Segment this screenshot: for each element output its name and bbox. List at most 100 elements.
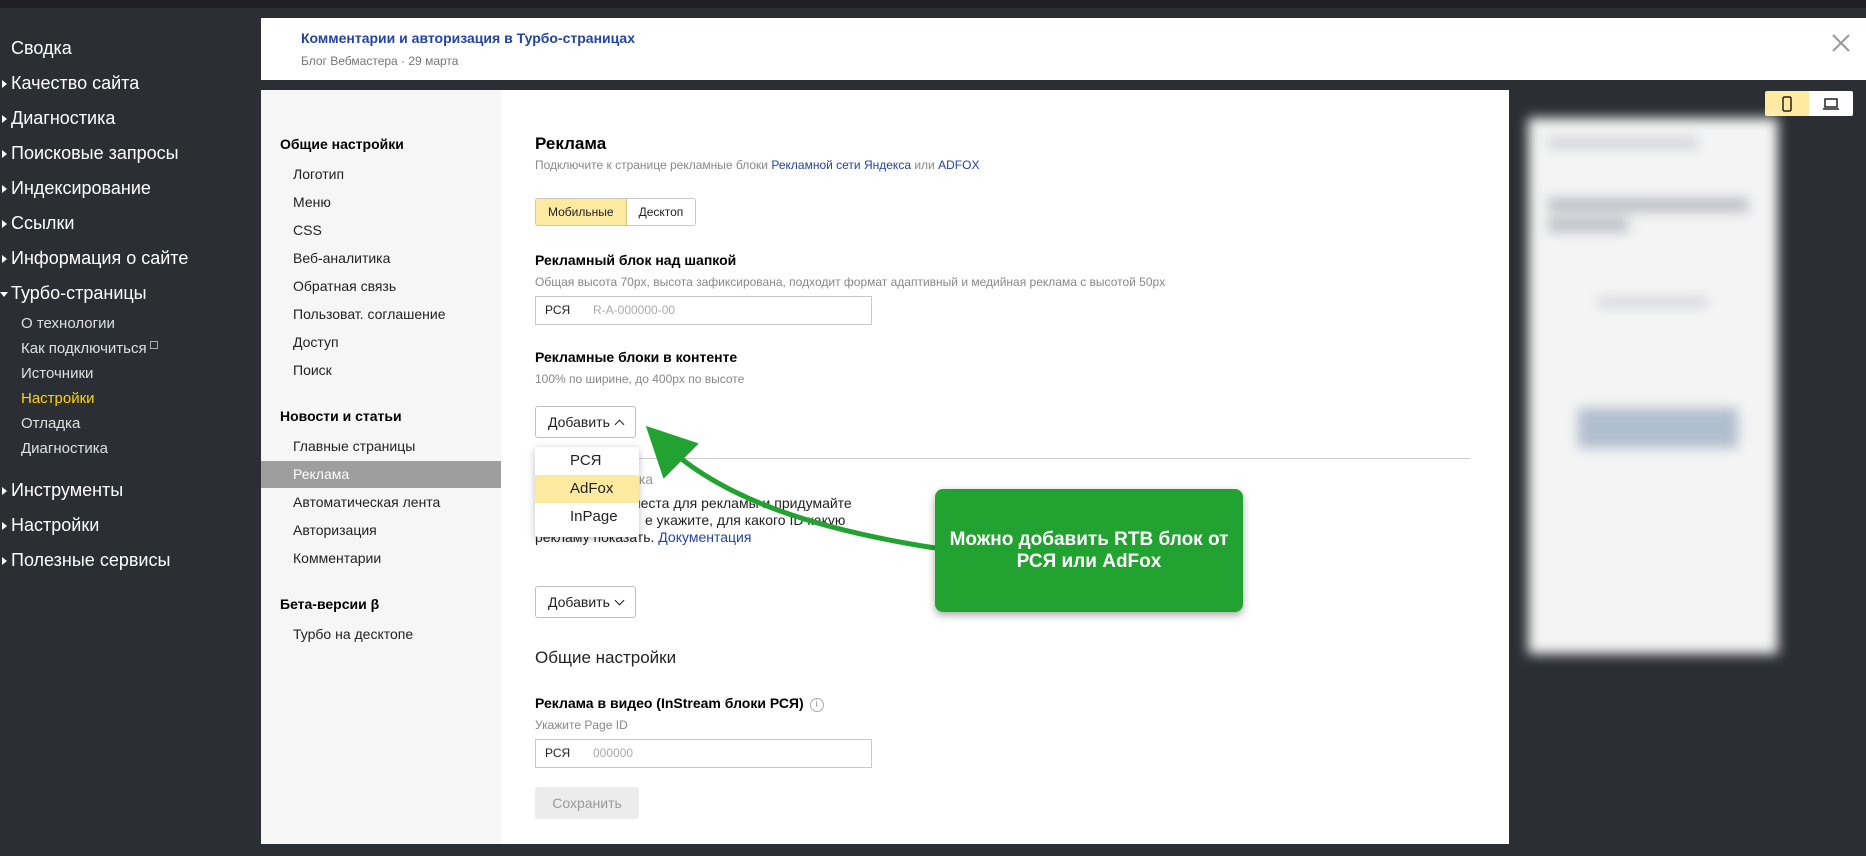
- article-meta: Блог Вебмастера · 29 марта: [301, 54, 459, 68]
- settings-item-search[interactable]: Поиск: [261, 357, 501, 384]
- tab-desktop[interactable]: Десктоп: [626, 199, 696, 225]
- nav-item-site-quality[interactable]: Качество сайта: [0, 69, 260, 104]
- video-ads-title-text: Реклама в видео (InStream блоки РСЯ): [535, 695, 804, 711]
- nav-sub-how-to-connect[interactable]: Как подключиться: [0, 339, 260, 364]
- triangle-right-icon: [2, 115, 7, 123]
- settings-item-ads[interactable]: Реклама: [261, 461, 501, 488]
- nav-item-label: Диагностика: [11, 108, 116, 128]
- video-ads-hint: Укажите Page ID: [535, 718, 628, 732]
- dropdown-item-rsya[interactable]: РСЯ: [535, 447, 639, 475]
- adfox-link[interactable]: ADFOX: [938, 158, 979, 172]
- settings-panel: Общие настройки Логотип Меню CSS Веб-ана…: [261, 90, 1509, 844]
- article-header: Комментарии и авторизация в Турбо-страни…: [261, 18, 1866, 80]
- nav-sub-sources[interactable]: Источники: [0, 364, 260, 389]
- nav-item-summary[interactable]: Сводка: [0, 34, 260, 69]
- add-ad-block-button-2[interactable]: Добавить: [535, 586, 636, 618]
- left-nav: Сводка Качество сайта Диагностика Поиско…: [0, 34, 260, 581]
- settings-item-access[interactable]: Доступ: [261, 329, 501, 356]
- settings-item-logo[interactable]: Логотип: [261, 161, 501, 188]
- nav-item-diagnostics[interactable]: Диагностика: [0, 104, 260, 139]
- input-placeholder: 000000: [593, 746, 634, 760]
- save-button[interactable]: Сохранить: [535, 787, 639, 819]
- general-settings-title: Общие настройки: [535, 648, 677, 667]
- nav-item-tools[interactable]: Инструменты: [0, 476, 260, 511]
- phone-icon: [1782, 95, 1792, 112]
- settings-item-authorization[interactable]: Авторизация: [261, 517, 501, 544]
- dropdown-item-inpage[interactable]: InPage: [535, 503, 639, 531]
- triangle-right-icon: [2, 557, 7, 565]
- preview-device-toggle: [1765, 91, 1853, 116]
- settings-item-analytics[interactable]: Веб-аналитика: [261, 245, 501, 272]
- nav-item-label: Индексирование: [11, 178, 151, 198]
- nav-item-label: Ссылки: [11, 213, 75, 233]
- nav-item-links[interactable]: Ссылки: [0, 209, 260, 244]
- tab-mobile[interactable]: Мобильные: [536, 199, 627, 225]
- nav-sub-diagnostics[interactable]: Диагностика: [0, 439, 260, 464]
- ads-settings-content: Реклама Подключите к странице рекламные …: [535, 90, 1509, 844]
- article-title-link[interactable]: Комментарии и авторизация в Турбо-страни…: [301, 30, 635, 46]
- laptop-icon: [1823, 97, 1839, 110]
- preview-image: [1578, 408, 1738, 448]
- triangle-right-icon: [2, 185, 7, 193]
- chevron-down-icon: [614, 595, 625, 606]
- device-tabs: Мобильные Десктоп: [535, 198, 697, 226]
- header-ad-block-input[interactable]: РСЯ R-A-000000-00: [535, 296, 872, 325]
- ads-subtitle: Подключите к странице рекламные блоки Ре…: [535, 158, 979, 172]
- settings-item-feedback[interactable]: Обратная связь: [261, 273, 501, 300]
- settings-item-menu[interactable]: Меню: [261, 189, 501, 216]
- triangle-right-icon: [2, 487, 7, 495]
- preview-line: [1548, 218, 1628, 232]
- preview-line: [1548, 198, 1748, 212]
- settings-item-auto-feed[interactable]: Автоматическая лента: [261, 489, 501, 516]
- documentation-link[interactable]: Документация: [658, 529, 751, 545]
- input-prefix-label: РСЯ: [545, 303, 571, 317]
- nav-sub-settings[interactable]: Настройки: [0, 389, 260, 414]
- ads-subtitle-text: Подключите к странице рекламные блоки: [535, 158, 769, 172]
- nav-item-site-info[interactable]: Информация о сайте: [0, 244, 260, 279]
- nav-sub-debug[interactable]: Отладка: [0, 414, 260, 439]
- nav-item-settings[interactable]: Настройки: [0, 511, 260, 546]
- input-placeholder: R-A-000000-00: [593, 303, 676, 317]
- settings-group-beta: Бета-версии β: [280, 596, 380, 612]
- video-ads-title: Реклама в видео (InStream блоки РСЯ) i: [535, 695, 824, 712]
- nav-item-useful-services[interactable]: Полезные сервисы: [0, 546, 260, 581]
- hidden-text-line-2: е укажите, для какого ID какую: [645, 512, 846, 528]
- triangle-right-icon: [2, 150, 7, 158]
- nav-item-turbo-pages[interactable]: Турбо-страницы: [0, 279, 260, 314]
- hidden-text-line-1: места для рекламы и придумайте: [631, 495, 852, 511]
- nav-item-label: Полезные сервисы: [11, 550, 171, 570]
- triangle-right-icon: [2, 80, 7, 88]
- content-ad-blocks-title: Рекламные блоки в контенте: [535, 349, 738, 365]
- mobile-preview-button[interactable]: [1765, 91, 1809, 116]
- desktop-preview-button[interactable]: [1809, 91, 1853, 116]
- add-ad-block-button[interactable]: Добавить: [535, 406, 636, 438]
- settings-group-news: Новости и статьи: [280, 408, 402, 424]
- nav-item-indexing[interactable]: Индексирование: [0, 174, 260, 209]
- dropdown-item-adfox[interactable]: AdFox: [535, 475, 639, 503]
- settings-item-main-pages[interactable]: Главные страницы: [261, 433, 501, 460]
- header-ad-block-title: Рекламный блок над шапкой: [535, 252, 737, 268]
- top-bar: [0, 0, 1866, 8]
- turbo-page-preview: [1528, 118, 1778, 654]
- settings-item-css[interactable]: CSS: [261, 217, 501, 244]
- settings-nav: Общие настройки Логотип Меню CSS Веб-ана…: [261, 90, 501, 844]
- annotation-callout: Можно добавить RTB блок от РСЯ или AdFox: [935, 489, 1243, 612]
- settings-item-comments[interactable]: Комментарии: [261, 545, 501, 572]
- nav-item-search-queries[interactable]: Поисковые запросы: [0, 139, 260, 174]
- video-page-id-input[interactable]: РСЯ 000000: [535, 739, 872, 768]
- content-ad-blocks-hint: 100% по ширине, до 400px по высоте: [535, 372, 745, 386]
- rsya-link[interactable]: Рекламной сети Яндекса: [771, 158, 911, 172]
- nav-item-label: Информация о сайте: [11, 248, 189, 268]
- info-icon[interactable]: i: [809, 698, 824, 712]
- nav-item-label: Поисковые запросы: [11, 143, 179, 163]
- nav-sub-about[interactable]: О технологии: [0, 314, 260, 339]
- settings-group-general: Общие настройки: [280, 136, 404, 152]
- or-text: или: [914, 158, 935, 172]
- nav-item-label: Качество сайта: [11, 73, 140, 93]
- input-prefix-label: РСЯ: [545, 746, 571, 760]
- settings-item-turbo-desktop[interactable]: Турбо на десктопе: [261, 621, 501, 648]
- ad-type-dropdown: РСЯ AdFox InPage: [535, 447, 639, 537]
- close-icon[interactable]: [1830, 32, 1852, 54]
- settings-item-user-agreement[interactable]: Пользоват. соглашение: [261, 301, 501, 328]
